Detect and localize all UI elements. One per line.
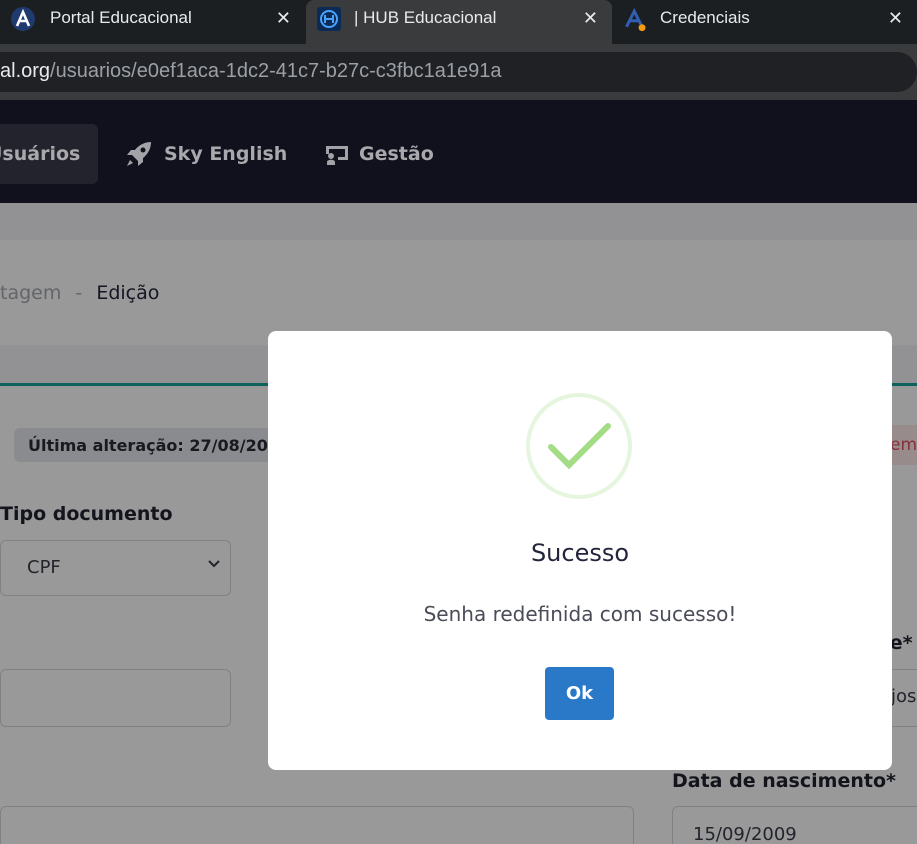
success-check-icon: [526, 393, 632, 499]
url-field[interactable]: al.org/usuarios/e0ef1aca-1dc2-41c7-b27c-…: [0, 52, 917, 92]
portal-logo-icon: [11, 7, 35, 31]
close-icon[interactable]: ✕: [583, 8, 598, 29]
tab-portal-educacional[interactable]: Portal Educacional ✕: [0, 0, 305, 40]
dialog-title: Sucesso: [530, 539, 630, 567]
url-host: al.org: [0, 60, 51, 82]
address-bar: al.org/usuarios/e0ef1aca-1dc2-41c7-b27c-…: [0, 44, 917, 100]
url-path: /usuarios/e0ef1aca-1dc2-41c7-b27c-c3fbc1…: [50, 60, 502, 82]
success-dialog: Sucesso Senha redefinida com sucesso! Ok: [268, 331, 892, 770]
dialog-message: Senha redefinida com sucesso!: [423, 602, 737, 626]
credenciais-logo-icon: [625, 7, 646, 32]
tab-title: Portal Educacional: [50, 8, 192, 27]
tab-title: | HUB Educacional: [354, 8, 497, 27]
close-icon[interactable]: ✕: [276, 8, 291, 29]
navbar-dim-overlay: [0, 100, 917, 203]
ok-button[interactable]: Ok: [545, 667, 614, 720]
tab-title: Credenciais: [660, 8, 750, 27]
tab-hub-educacional[interactable]: | HUB Educacional ✕: [306, 0, 612, 44]
tab-credenciais[interactable]: Credenciais ✕: [613, 0, 917, 40]
close-icon[interactable]: ✕: [888, 8, 903, 29]
hub-logo-icon: [317, 7, 341, 31]
url-text[interactable]: al.org/usuarios/e0ef1aca-1dc2-41c7-b27c-…: [0, 60, 501, 83]
browser-tab-strip: Portal Educacional ✕ | HUB Educacional ✕…: [0, 0, 917, 44]
